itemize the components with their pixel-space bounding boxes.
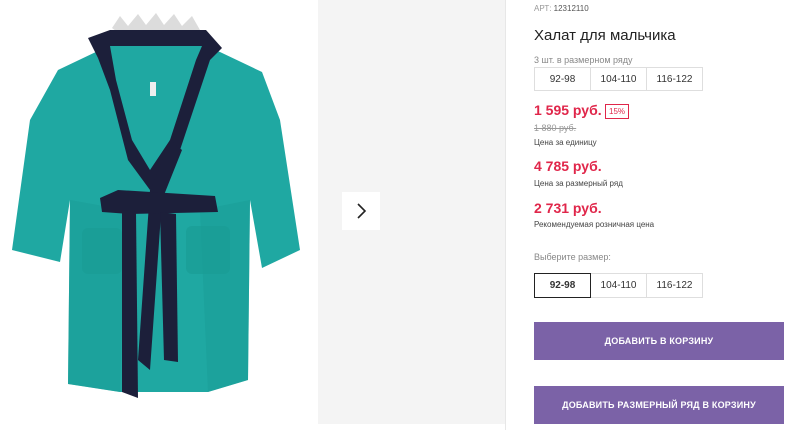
add-pack-to-cart-button[interactable]: ДОБАВИТЬ РАЗМЕРНЫЙ РЯД В КОРЗИНУ bbox=[534, 386, 784, 424]
old-price: 1 880 руб. bbox=[534, 123, 577, 133]
article-label: АРТ: bbox=[534, 4, 552, 13]
pack-sizes: 92-98 104-110 116-122 bbox=[534, 67, 703, 91]
size-select-label: Выберите размер: bbox=[534, 252, 611, 262]
add-to-cart-button[interactable]: ДОБАВИТЬ В КОРЗИНУ bbox=[534, 322, 784, 360]
article-value: 12312110 bbox=[553, 4, 589, 13]
robe-illustration bbox=[12, 13, 300, 398]
divider bbox=[505, 0, 506, 430]
pack-price: 4 785 руб. bbox=[534, 158, 602, 174]
size-selector: 92-98 104-110 116-122 bbox=[534, 273, 703, 298]
chevron-right-icon bbox=[357, 203, 367, 219]
discount-badge: 15% bbox=[605, 104, 630, 119]
article-number: АРТ: 12312110 bbox=[534, 4, 589, 13]
size-option-92-98[interactable]: 92-98 bbox=[534, 273, 591, 298]
retail-price: 2 731 руб. bbox=[534, 200, 602, 216]
pack-size-item: 116-122 bbox=[646, 67, 703, 91]
unit-price: 1 595 руб. bbox=[534, 102, 602, 118]
pack-label: 3 шт. в размерном ряду bbox=[534, 55, 633, 65]
size-option-116-122[interactable]: 116-122 bbox=[646, 273, 703, 298]
pack-size-item: 104-110 bbox=[590, 67, 647, 91]
product-image bbox=[0, 0, 318, 430]
size-option-104-110[interactable]: 104-110 bbox=[590, 273, 647, 298]
product-title: Халат для мальчика bbox=[534, 27, 676, 44]
gallery-next-button[interactable] bbox=[342, 192, 380, 230]
pack-price-caption: Цена за размерный ряд bbox=[534, 179, 623, 188]
pack-size-item: 92-98 bbox=[534, 67, 591, 91]
unit-price-caption: Цена за единицу bbox=[534, 138, 597, 147]
retail-price-caption: Рекомендуемая розничная цена bbox=[534, 220, 655, 229]
